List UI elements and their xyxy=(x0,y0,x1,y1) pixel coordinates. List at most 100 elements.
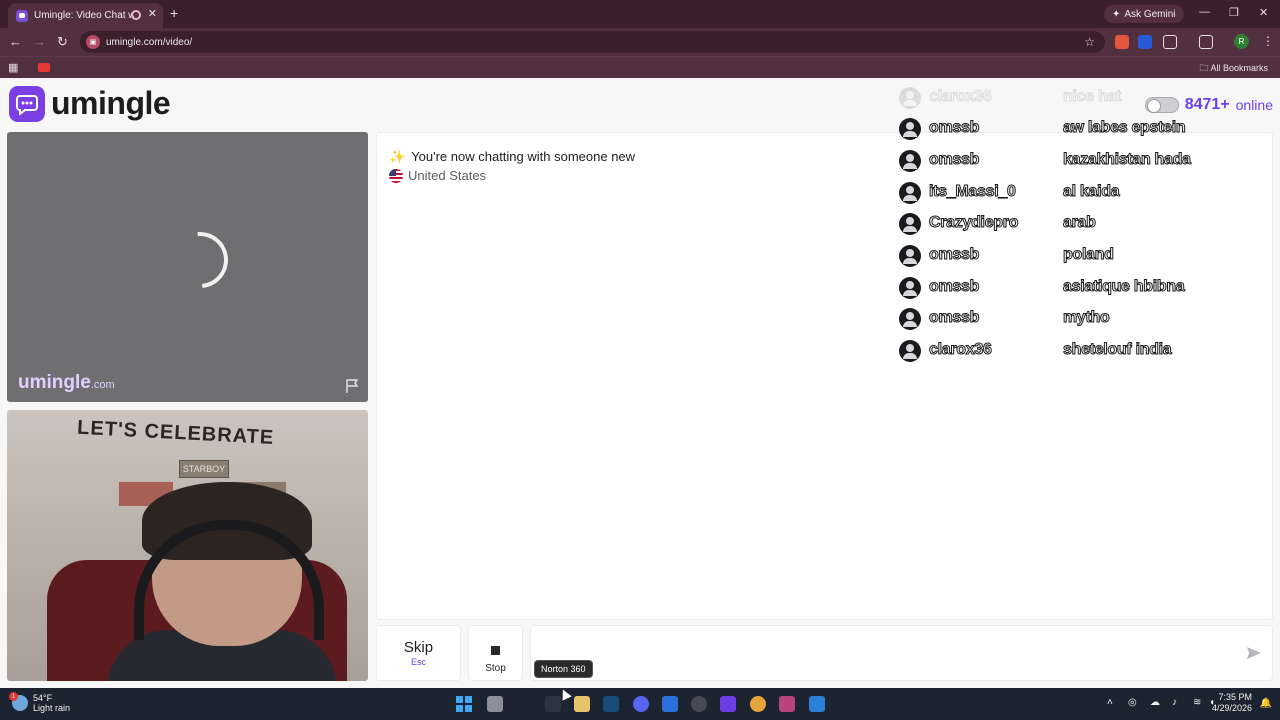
umingle-favicon-icon xyxy=(16,9,28,22)
feed-row: omssb mytho xyxy=(899,307,1110,331)
norton-icon[interactable] xyxy=(545,696,561,712)
browser-menu-icon[interactable]: ⋮ xyxy=(1262,34,1274,48)
partner-country: United States xyxy=(389,168,486,183)
onedrive-icon[interactable]: ☁ xyxy=(1150,697,1160,708)
wifi-icon[interactable]: ≋ xyxy=(1193,697,1201,708)
close-tab-icon[interactable]: ✕ xyxy=(148,7,157,20)
report-flag-icon[interactable] xyxy=(344,378,360,394)
reload-icon[interactable]: ↻ xyxy=(57,34,68,50)
us-flag-icon xyxy=(389,168,403,183)
ask-gemini-button[interactable]: ✦ Ask Gemini xyxy=(1104,5,1184,23)
weather-temp: 54°F xyxy=(33,693,53,703)
url-text: umingle.com/video/ xyxy=(106,36,193,48)
weather-widget[interactable]: 1 54°F Light rain xyxy=(9,692,70,713)
all-bookmarks-button[interactable]: 🗀 All Bookmarks xyxy=(1199,61,1268,77)
system-message: ✨ You're now chatting with someone new xyxy=(389,149,635,165)
all-bookmarks-label: All Bookmarks xyxy=(1210,63,1268,73)
file-explorer-icon[interactable] xyxy=(574,696,590,712)
umingle-page: umingle 8471+ online umingle.com LET'S C… xyxy=(0,78,1280,688)
extension-fox-icon[interactable] xyxy=(1115,35,1129,49)
stop-square-icon xyxy=(491,646,500,655)
feed-message: mytho xyxy=(1063,309,1111,327)
feed-username: omssb xyxy=(928,246,980,264)
app-icon[interactable] xyxy=(662,696,678,712)
discord-icon[interactable] xyxy=(633,696,649,712)
chrome-icon[interactable] xyxy=(750,696,766,712)
feed-username: omssb xyxy=(928,151,980,169)
skip-button[interactable]: Skip Esc xyxy=(376,625,461,681)
site-logo[interactable]: umingle xyxy=(9,85,171,122)
chat-panel: ✨ You're now chatting with someone new Un… xyxy=(376,132,1273,620)
notification-badge: 1 xyxy=(9,692,18,701)
stop-button[interactable]: Stop xyxy=(468,625,523,681)
feed-username: omssb xyxy=(928,309,980,327)
user-avatar-icon xyxy=(899,277,921,299)
restore-button[interactable]: ❐ xyxy=(1229,6,1239,19)
system-clock[interactable]: 7:35 PM 4/29/2026 xyxy=(1212,692,1252,714)
message-input[interactable] xyxy=(530,625,1273,681)
recording-indicator-icon xyxy=(131,10,141,20)
youtube-bookmark-icon[interactable] xyxy=(38,63,50,72)
clock-time: 7:35 PM xyxy=(1218,692,1252,702)
forward-arrow-icon[interactable]: → xyxy=(33,34,46,49)
steam-icon[interactable] xyxy=(603,696,619,712)
chat-bubble-logo-icon xyxy=(9,85,45,122)
feed-row: clarox36 nice hat xyxy=(899,86,1122,110)
user-avatar-icon xyxy=(899,118,921,140)
feed-message: al kaida xyxy=(1062,183,1120,201)
address-bar[interactable]: ▣ umingle.com/video/ ☆ xyxy=(80,31,1105,53)
browser-toolbar: ← → ↻ ▣ umingle.com/video/ ☆ xyxy=(0,28,1280,56)
extensions-puzzle-icon[interactable] xyxy=(1163,35,1177,49)
app-icon[interactable] xyxy=(779,696,795,712)
online-count: 8471+ xyxy=(1184,96,1230,113)
taskbar-tooltip: Norton 360 xyxy=(534,660,593,678)
microphone-icon[interactable]: ♪ xyxy=(1172,697,1177,708)
gemini-sparkle-icon: ✦ xyxy=(1112,8,1121,20)
online-label: online xyxy=(1235,97,1273,113)
site-info-icon[interactable]: ▣ xyxy=(86,35,100,49)
back-arrow-icon[interactable]: ← xyxy=(9,34,22,49)
weather-text: 54°F Light rain xyxy=(33,693,70,713)
tray-icon[interactable]: ◎ xyxy=(1128,697,1137,708)
minimize-button[interactable]: — xyxy=(1199,6,1210,18)
windows-start-icon[interactable] xyxy=(456,696,472,712)
apps-grid-icon[interactable]: ▦ xyxy=(8,61,18,74)
feed-message: arab xyxy=(1063,214,1097,232)
theme-toggle[interactable] xyxy=(1144,97,1179,113)
vivaldi-icon[interactable] xyxy=(720,696,736,712)
feed-username: its_Massi_0 xyxy=(929,183,1017,201)
close-window-button[interactable]: ✕ xyxy=(1259,6,1268,19)
feed-username: omssb xyxy=(928,278,980,296)
app-icon[interactable] xyxy=(809,696,825,712)
task-view-icon[interactable] xyxy=(487,696,503,712)
chevron-up-icon[interactable]: ˄ xyxy=(1107,697,1113,708)
user-avatar-icon xyxy=(899,150,921,172)
feed-row: clarox36 shetelouf india xyxy=(899,339,1172,363)
system-message-text: You're now chatting with someone new xyxy=(411,149,636,164)
user-avatar-icon xyxy=(899,87,921,109)
country-name: United States xyxy=(408,168,487,183)
online-indicator: 8471+ online xyxy=(1144,96,1273,114)
windows-taskbar: 1 54°F Light rain ˄ ◎ ☁ ♪ ≋ ◖ 7:35 PM 4/… xyxy=(0,688,1280,720)
feed-username: clarox36 xyxy=(929,88,993,106)
feed-message: asiatique hbibna xyxy=(1062,278,1185,296)
profile-avatar[interactable]: R xyxy=(1234,34,1249,49)
feed-message: shetelouf india xyxy=(1062,341,1172,359)
extension-shield-icon[interactable] xyxy=(1138,35,1152,49)
chatgpt-icon[interactable] xyxy=(691,696,707,712)
send-icon[interactable] xyxy=(1246,646,1262,660)
stop-label: Stop xyxy=(485,663,506,674)
weather-desc: Light rain xyxy=(33,703,71,713)
new-tab-button[interactable]: + xyxy=(170,5,178,21)
skip-shortcut: Esc xyxy=(410,657,426,667)
logo-text: umingle xyxy=(51,85,171,121)
side-panel-icon[interactable] xyxy=(1199,35,1213,49)
feed-message: aw labes epstein xyxy=(1062,119,1186,137)
browser-tab[interactable]: Umingle: Video Chat with S ✕ xyxy=(8,3,163,28)
feed-row: omssb kazakhistan hada xyxy=(899,149,1192,173)
starboy-poster: STARBOY xyxy=(179,460,229,478)
bookmark-star-icon[interactable]: ☆ xyxy=(1084,35,1095,49)
remote-video: umingle.com xyxy=(7,132,368,402)
notification-bell-icon[interactable]: 🔔 xyxy=(1260,698,1272,709)
user-avatar-icon xyxy=(899,245,921,267)
